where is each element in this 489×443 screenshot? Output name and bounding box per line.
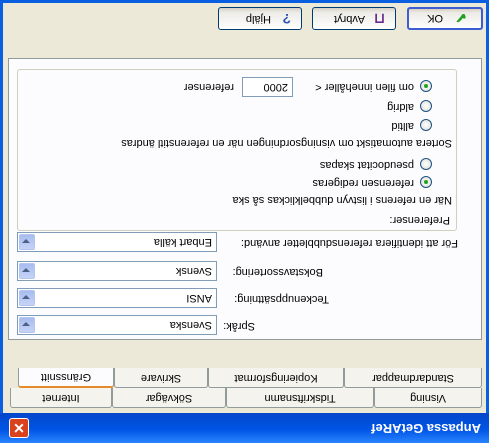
language-label: Språk:	[223, 320, 255, 332]
radio-pseudocite-label: pseudocitat skapas	[319, 159, 414, 171]
dialog-window: Anpassa GetARef ✕ Visning Tidskriftsnamn…	[0, 0, 489, 443]
help-button[interactable]: ? Hjälp	[218, 7, 302, 30]
chevron-down-icon[interactable]	[19, 317, 35, 333]
sort-value: Svensk	[175, 265, 212, 277]
tab-label: Gränssnitt	[40, 371, 92, 383]
tab-label: Tidskriftsnamn	[264, 392, 336, 404]
radio-edit-reference[interactable]	[420, 176, 432, 188]
charset-value: ANSI	[186, 292, 212, 304]
charset-label: Teckenuppsättning:	[234, 293, 329, 305]
cancel-label: Avbryt	[334, 13, 365, 25]
tab-skrivare[interactable]: Skrivare	[114, 368, 208, 388]
duplicate-value: Enbart källa	[153, 236, 212, 248]
tab-label: Sökvägar	[145, 392, 193, 404]
close-icon: ✕	[13, 420, 25, 436]
preferences-group: Preferenser: När en referens i listvyn d…	[17, 69, 457, 231]
tab-kopieringsformat[interactable]: Kopieringsformat	[208, 368, 344, 388]
tab-sokvagar[interactable]: Sökvägar	[112, 388, 226, 408]
tab-label: Visning	[410, 392, 446, 404]
help-label: Hjälp	[245, 13, 271, 25]
tab-label: Standardmappar	[372, 372, 454, 384]
tab-label: Internet	[42, 392, 80, 404]
duplicate-select[interactable]: Enbart källa	[17, 232, 217, 252]
cancel-button[interactable]: ⊓ Avbryt	[312, 7, 396, 30]
radio-pseudocite[interactable]	[420, 158, 432, 170]
language-value: Svenska	[169, 319, 212, 331]
ok-label: OK	[427, 12, 443, 24]
sort-label: Bokstavssortering:	[232, 266, 323, 278]
tab-gransnitt[interactable]: Gränssnitt	[18, 368, 114, 388]
sort-select[interactable]: Svensk	[17, 261, 217, 281]
threshold-suffix: referenser	[183, 81, 234, 93]
preferences-group-label: Preferenser:	[387, 214, 452, 226]
window-title: Anpassa GetARef	[371, 421, 481, 436]
tab-row-back: Visning Tidskriftsnamn Sökvägar Internet	[6, 388, 482, 408]
tab-label: Skrivare	[140, 372, 182, 384]
duplicate-label: För att identifiera referensdubbletter a…	[240, 237, 458, 249]
title-bar[interactable]: Anpassa GetARef ✕	[0, 413, 489, 443]
radio-always[interactable]	[420, 119, 432, 131]
dialog-client-area: Visning Tidskriftsnamn Sökvägar Internet…	[3, 3, 486, 413]
tab-label: Kopieringsformat	[234, 372, 318, 384]
charset-select[interactable]: ANSI	[17, 288, 217, 308]
chevron-down-icon[interactable]	[19, 290, 35, 306]
radio-edit-reference-label: referensen redigeras	[312, 177, 414, 189]
language-select[interactable]: Svenska	[17, 315, 217, 335]
ok-button[interactable]: ✔ OK	[407, 7, 483, 30]
threshold-input[interactable]: 2000	[242, 77, 293, 97]
chevron-down-icon[interactable]	[19, 263, 35, 279]
help-icon: ?	[282, 11, 291, 27]
sort-question: Sortera automatiskt om visningsordningen…	[121, 137, 452, 149]
close-button[interactable]: ✕	[9, 418, 29, 438]
tab-standardmappar[interactable]: Standardmappar	[344, 368, 482, 388]
tab-row-front: Standardmappar Kopieringsformat Skrivare…	[6, 368, 482, 388]
radio-never-label: aldrig	[387, 101, 414, 113]
tab-internet[interactable]: Internet	[10, 388, 112, 408]
radio-always-label: alltid	[391, 120, 414, 132]
tab-visning[interactable]: Visning	[374, 388, 482, 408]
chevron-down-icon[interactable]	[19, 234, 35, 250]
checkmark-icon: ✔	[455, 10, 467, 26]
tab-tidskriftsnamn[interactable]: Tidskriftsnamn	[226, 388, 374, 408]
radio-never[interactable]	[420, 100, 432, 112]
radio-if-more-than-label: om filen innehåller <	[315, 81, 414, 93]
threshold-value: 2000	[263, 81, 288, 93]
cancel-icon: ⊓	[374, 11, 385, 27]
doubleclick-question: När en referens i listvyn dubbelklickas …	[232, 194, 452, 206]
tab-panel-gransnitt: Språk: Svenska Teckenuppsättning: ANSI B…	[8, 58, 482, 340]
radio-if-more-than[interactable]	[420, 80, 432, 92]
